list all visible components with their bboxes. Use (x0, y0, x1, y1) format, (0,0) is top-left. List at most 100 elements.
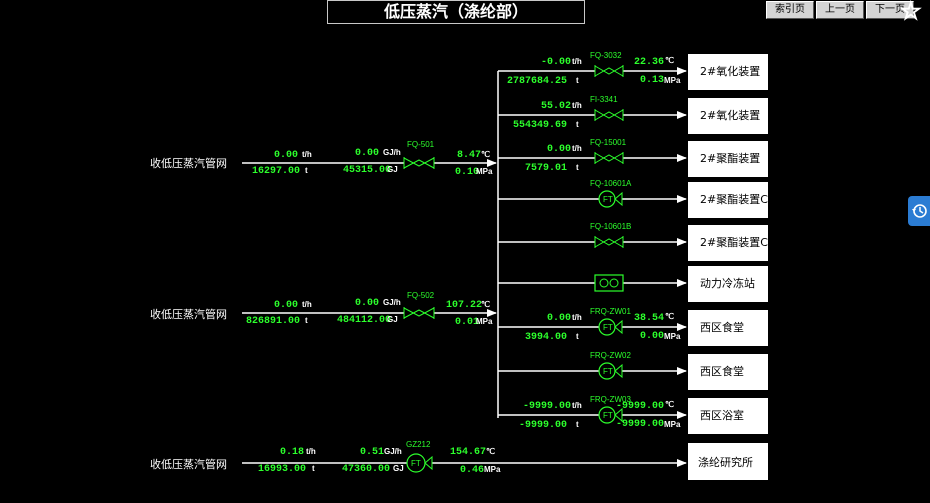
source-flow-value: 0.00 (274, 300, 298, 311)
destination-box[interactable]: 2#聚酯装置C (688, 182, 768, 218)
source-temp-value: 154.67 (450, 447, 486, 458)
flow-meter-icon[interactable] (594, 236, 624, 248)
destination-box[interactable]: 2#聚酯装置 (688, 141, 768, 177)
destination-label: 西区食堂 (700, 320, 744, 334)
destination-box[interactable]: 动力冷冻站 (688, 266, 768, 302)
flow-unit: t/h (572, 144, 582, 153)
branch-row: FI-3341 55.02 t/h 554349.69 t 2#氧化装置 (498, 95, 768, 134)
branch-flow-value: -0.00 (541, 57, 571, 68)
flow-unit: t/h (572, 313, 582, 322)
flow-meter-icon[interactable] (403, 157, 435, 169)
meter-label: FT (603, 195, 613, 204)
energy-unit: GJ/h (384, 447, 402, 456)
destination-label: 2#氧化装置 (700, 64, 760, 78)
flow-unit: t/h (572, 101, 582, 110)
destination-box[interactable]: 2#氧化装置 (688, 98, 768, 134)
total-unit: t (305, 316, 308, 325)
turbine-meter-icon[interactable]: FT (406, 453, 433, 473)
flow-meter-icon[interactable] (594, 109, 624, 121)
branch-temp-value: -9999.00 (616, 401, 664, 412)
branch-flow-value: 55.02 (541, 101, 571, 112)
source-energy-total: 484112.00 (337, 315, 391, 326)
destination-label: 涤纶研究所 (698, 455, 753, 469)
flow-unit: t/h (572, 57, 582, 66)
press-unit: MPa (664, 76, 681, 85)
branch-flow-value: 0.00 (547, 313, 571, 324)
source-energy-value: 0.51 (360, 447, 384, 458)
destination-label: 2#聚酯装置C (700, 236, 768, 249)
source-name: 收低压蒸汽管网 (150, 156, 227, 170)
energy-total-unit: GJ (387, 315, 398, 324)
meter-tag: FQ-15001 (590, 138, 627, 147)
destination-box[interactable]: 西区浴室 (688, 398, 768, 434)
destination-box[interactable]: 2#氧化装置 (688, 54, 768, 90)
branch-row: 动力冷冻站 (498, 266, 768, 302)
flow-meter-icon[interactable] (594, 152, 624, 164)
meter-tag: FQ-3032 (590, 51, 622, 60)
energy-unit: GJ/h (383, 298, 401, 307)
meter-tag: FQ-10601A (590, 179, 632, 188)
turbine-meter-icon[interactable]: FT (598, 190, 623, 208)
temp-unit: ℃ (665, 400, 674, 409)
destination-box[interactable]: 2#聚酯装置C (688, 225, 768, 261)
meter-label: FT (603, 367, 613, 376)
source-press-value: 0.46 (460, 465, 484, 476)
source-energy-total: 47360.00 (342, 464, 390, 475)
meter-tag: FQ-10601B (590, 222, 631, 231)
branch-total-value: 2787684.25 (507, 76, 567, 87)
turbine-meter-icon[interactable]: FT (598, 362, 623, 380)
source-energy-value: 0.00 (355, 298, 379, 309)
svg-text:FT: FT (411, 459, 421, 468)
branch-row: FT FRQ-ZW02 西区食堂 (498, 351, 768, 390)
press-unit: MPa (476, 317, 493, 326)
press-unit: MPa (664, 420, 681, 429)
meter-tag: FRQ-ZW02 (590, 351, 631, 360)
meter-tag: FRQ-ZW01 (590, 307, 631, 316)
source-total-value: 826891.00 (246, 316, 300, 327)
source-flow-value: 0.18 (280, 447, 304, 458)
flow-unit: t/h (306, 447, 316, 456)
total-unit: t (305, 166, 308, 175)
meter-label: FT (603, 323, 613, 332)
turbine-meter-icon[interactable]: FT (598, 318, 623, 336)
branch-total-value: 554349.69 (513, 120, 567, 131)
destination-box[interactable]: 西区食堂 (688, 310, 768, 346)
steam-diagram: 收低压蒸汽管网 0.00 t/h 16297.00 t 0.00 GJ/h 45… (150, 51, 768, 480)
flow-meter-icon[interactable] (403, 307, 435, 319)
branch-row: FTFRQ-ZW03-9999.00 t/h-9999.00 t-9999.00 ℃-… (498, 395, 768, 434)
destination-label: 动力冷冻站 (700, 276, 755, 290)
press-unit: MPa (484, 465, 501, 474)
branch-row: FQ-15001 0.00 t/h 7579.01 t 2#聚酯装置 (498, 138, 768, 177)
destination-label: 2#氧化装置 (700, 108, 760, 122)
meter-label: FT (603, 411, 613, 420)
flow-device-icon[interactable] (594, 274, 624, 292)
meter-tag: FI-3341 (590, 95, 618, 104)
temp-unit: ℃ (665, 312, 674, 321)
source-energy-value: 0.00 (355, 148, 379, 159)
press-unit: MPa (664, 332, 681, 341)
energy-unit: GJ/h (383, 148, 401, 157)
branch-total-value: -9999.00 (519, 420, 567, 431)
energy-total-unit: GJ (387, 165, 398, 174)
destination-label: 2#聚酯装置 (700, 152, 760, 165)
total-unit: t (312, 464, 315, 473)
source-total-value: 16993.00 (258, 464, 306, 475)
branch-total-value: 7579.01 (525, 163, 567, 174)
energy-total-unit: GJ (393, 464, 404, 473)
branch-row: FQ-10601B 2#聚酯装置C (498, 222, 768, 261)
temp-unit: ℃ (665, 56, 674, 65)
branch-total-value: 3994.00 (525, 332, 567, 343)
meter-tag: GZ212 (406, 440, 431, 449)
temp-unit: ℃ (481, 150, 490, 159)
flow-meter-icon[interactable] (594, 65, 624, 77)
source-energy-total: 45315.00 (343, 165, 391, 176)
temp-unit: ℃ (481, 300, 490, 309)
total-unit: t (576, 76, 579, 85)
destination-box[interactable]: 西区食堂 (688, 354, 768, 390)
total-unit: t (576, 332, 579, 341)
source-temp-value: 8.47 (457, 150, 481, 161)
meter-tag: FQ-502 (407, 291, 435, 300)
meter-tag: FQ-501 (407, 140, 435, 149)
branch-press-value: 0.00 (640, 331, 664, 342)
source-temp-value: 107.22 (446, 300, 482, 311)
